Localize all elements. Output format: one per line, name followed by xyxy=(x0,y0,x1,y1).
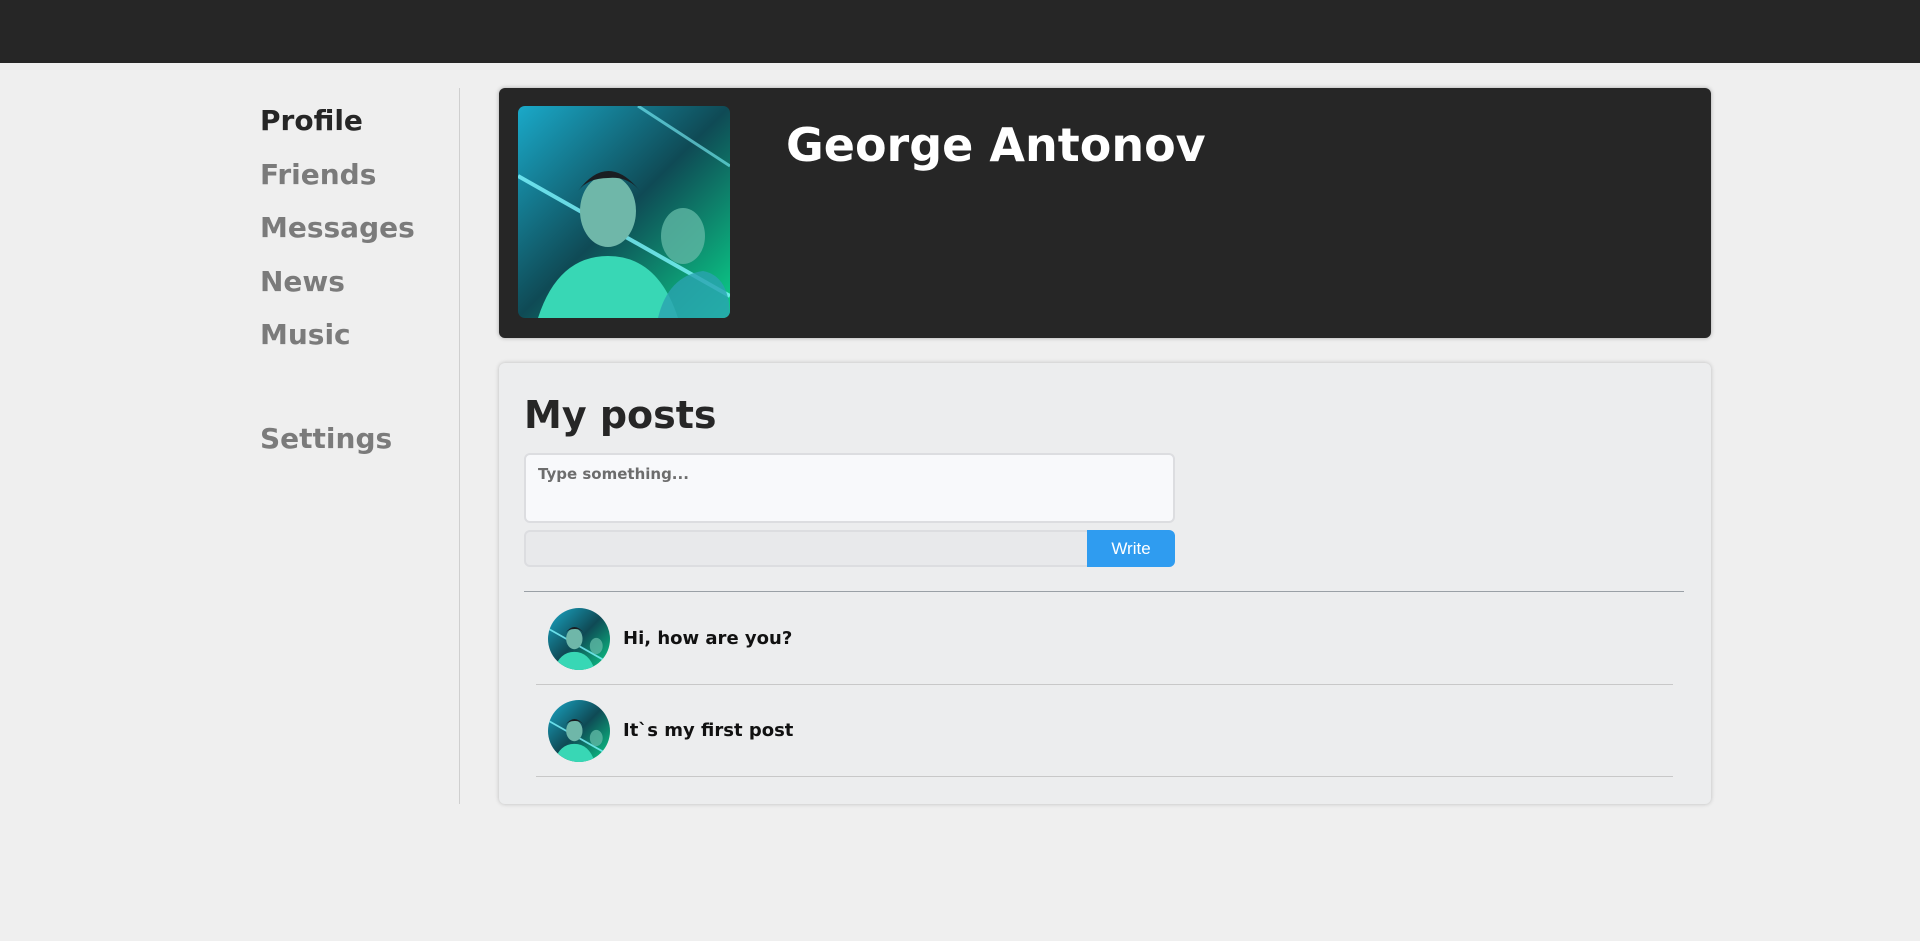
user-photo-icon xyxy=(518,106,730,318)
user-photo-icon xyxy=(548,608,610,670)
write-bar: Write xyxy=(524,530,1175,567)
posts-divider xyxy=(524,591,1684,592)
sidebar-item-friends[interactable]: Friends xyxy=(260,158,376,191)
sidebar-item-news[interactable]: News xyxy=(260,265,345,298)
posts-title: My posts xyxy=(524,393,717,437)
post-item: It`s my first post xyxy=(536,685,1673,777)
post-text: Hi, how are you? xyxy=(623,628,793,649)
post-item: Hi, how are you? xyxy=(536,593,1673,685)
post-text: It`s my first post xyxy=(623,720,794,741)
new-post-input[interactable] xyxy=(524,453,1175,523)
profile-name: George Antonov xyxy=(786,118,1206,172)
write-button[interactable]: Write xyxy=(1087,530,1175,567)
sidebar-item-profile[interactable]: Profile xyxy=(260,104,363,137)
my-posts-section: My posts Write Hi, xyxy=(499,363,1711,804)
user-photo-icon xyxy=(548,700,610,762)
post-avatar xyxy=(548,700,610,762)
sidebar-item-settings[interactable]: Settings xyxy=(260,422,392,455)
sidebar-item-music[interactable]: Music xyxy=(260,318,351,351)
profile-avatar[interactable] xyxy=(518,106,730,318)
profile-header: George Antonov xyxy=(499,88,1711,338)
sidebar-item-messages[interactable]: Messages xyxy=(260,211,415,244)
top-bar xyxy=(0,0,1920,63)
sidebar: Profile Friends Messages News Music Sett… xyxy=(260,88,460,804)
post-avatar xyxy=(548,608,610,670)
